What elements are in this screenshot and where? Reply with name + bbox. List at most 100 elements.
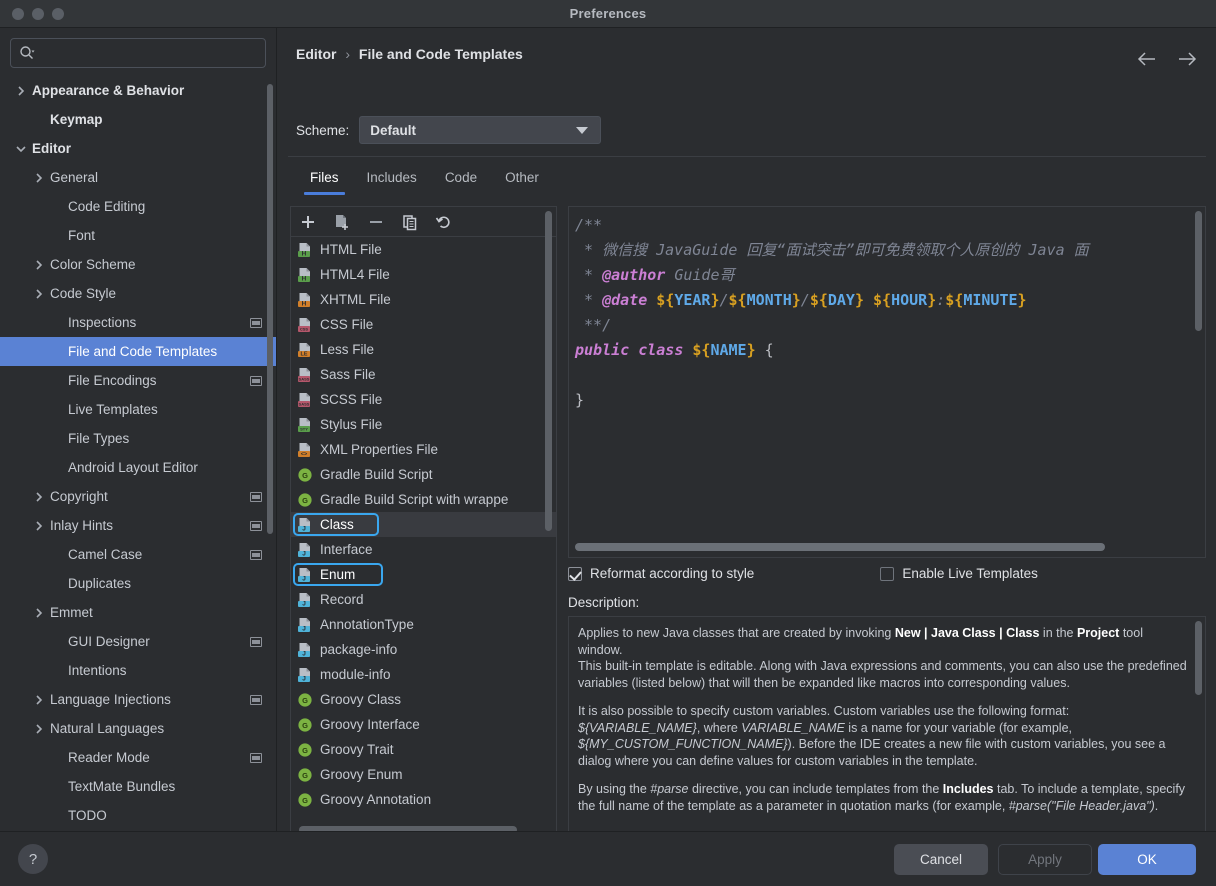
add-file-icon[interactable]	[333, 213, 351, 231]
close-button[interactable]	[12, 8, 24, 20]
sidebar-item-label: Reader Mode	[68, 750, 150, 765]
template-list-item[interactable]: G Groovy Annotation	[291, 787, 556, 812]
sidebar-item-copyright[interactable]: Copyright	[0, 482, 276, 511]
chevron-right-icon[interactable]	[32, 287, 46, 301]
reformat-checkbox[interactable]: Reformat according to style	[568, 566, 754, 581]
template-list-item[interactable]: G Groovy Trait	[291, 737, 556, 762]
back-arrow-icon[interactable]	[1136, 48, 1158, 70]
help-button[interactable]: ?	[18, 844, 48, 874]
template-list-item[interactable]: G Gradle Build Script with wrappe	[291, 487, 556, 512]
svg-text:J: J	[302, 675, 306, 682]
chevron-right-icon[interactable]	[14, 84, 28, 98]
zoom-button[interactable]	[52, 8, 64, 20]
sidebar-item-color-scheme[interactable]: Color Scheme	[0, 250, 276, 279]
svg-text:J: J	[302, 600, 306, 607]
template-list-item[interactable]: G Gradle Build Script	[291, 462, 556, 487]
minus-icon[interactable]	[367, 213, 385, 231]
sidebar-scrollbar[interactable]	[267, 84, 273, 534]
template-list[interactable]: H HTML File H HTML4 File H XHTML File CSS CSS F…	[291, 237, 556, 817]
minimize-button[interactable]	[32, 8, 44, 20]
sidebar-item-code-editing[interactable]: Code Editing	[0, 192, 276, 221]
chevron-right-icon[interactable]	[32, 258, 46, 272]
template-list-item[interactable]: SASS Sass File	[291, 362, 556, 387]
sidebar-item-textmate-bundles[interactable]: TextMate Bundles	[0, 772, 276, 801]
template-list-item[interactable]: J Class	[291, 512, 556, 537]
chevron-right-icon[interactable]	[32, 693, 46, 707]
sidebar-item-android-layout-editor[interactable]: Android Layout Editor	[0, 453, 276, 482]
template-list-item[interactable]: Jpackage-info	[291, 637, 556, 662]
chevron-right-icon[interactable]	[32, 722, 46, 736]
svg-text:J: J	[302, 525, 306, 532]
editor-horizontal-scrollbar[interactable]	[575, 543, 1105, 551]
sidebar-item-code-style[interactable]: Code Style	[0, 279, 276, 308]
sidebar-item-inlay-hints[interactable]: Inlay Hints	[0, 511, 276, 540]
template-list-vertical-scrollbar[interactable]	[545, 211, 552, 531]
template-list-item[interactable]: <> XML Properties File	[291, 437, 556, 462]
sidebar-item-file-and-code-templates[interactable]: File and Code Templates	[0, 337, 276, 366]
sidebar-item-inspections[interactable]: Inspections	[0, 308, 276, 337]
svg-text:SASS: SASS	[299, 376, 310, 381]
sidebar-item-duplicates[interactable]: Duplicates	[0, 569, 276, 598]
tab-includes[interactable]: Includes	[353, 164, 431, 195]
stylus-file-icon: STY	[297, 417, 313, 433]
template-list-item[interactable]: H HTML4 File	[291, 262, 556, 287]
editor-vertical-scrollbar[interactable]	[1195, 211, 1202, 331]
chevron-right-icon[interactable]	[32, 171, 46, 185]
template-list-item[interactable]: SASS SCSS File	[291, 387, 556, 412]
template-list-item[interactable]: CSS CSS File	[291, 312, 556, 337]
live-templates-checkbox[interactable]: Enable Live Templates	[880, 566, 1038, 581]
chevron-right-icon[interactable]	[32, 519, 46, 533]
template-list-item[interactable]: J AnnotationType	[291, 612, 556, 637]
template-list-item[interactable]: G Groovy Class	[291, 687, 556, 712]
sidebar-item-todo[interactable]: TODO	[0, 801, 276, 826]
template-list-item[interactable]: Jmodule-info	[291, 662, 556, 687]
template-code-text[interactable]: /** * 微信搜 JavaGuide 回复“面试突击”即可免费领取个人原创的 …	[569, 207, 1191, 537]
search-input[interactable]	[35, 45, 257, 61]
template-list-item[interactable]: J Enum	[291, 562, 556, 587]
window-title: Preferences	[569, 6, 647, 21]
breadcrumb-parent[interactable]: Editor	[296, 46, 336, 62]
sidebar-item-reader-mode[interactable]: Reader Mode	[0, 743, 276, 772]
copy-icon[interactable]	[401, 213, 419, 231]
sidebar-item-appearance-behavior[interactable]: Appearance & Behavior	[0, 76, 276, 105]
apply-button[interactable]: Apply	[998, 844, 1092, 875]
template-list-item[interactable]: J Interface	[291, 537, 556, 562]
sidebar-item-file-types[interactable]: File Types	[0, 424, 276, 453]
chevron-right-icon[interactable]	[32, 490, 46, 504]
sidebar-item-label: TODO	[68, 808, 107, 823]
cancel-button[interactable]: Cancel	[894, 844, 988, 875]
sidebar-item-natural-languages[interactable]: Natural Languages	[0, 714, 276, 743]
plus-icon[interactable]	[299, 213, 317, 231]
template-list-item[interactable]: G Groovy Enum	[291, 762, 556, 787]
template-list-item[interactable]: J Record	[291, 587, 556, 612]
template-list-item[interactable]: G Groovy Interface	[291, 712, 556, 737]
window-titlebar: Preferences	[0, 0, 1216, 28]
undo-icon[interactable]	[435, 213, 453, 231]
template-list-item[interactable]: H XHTML File	[291, 287, 556, 312]
sidebar-item-language-injections[interactable]: Language Injections	[0, 685, 276, 714]
template-code-editor[interactable]: /** * 微信搜 JavaGuide 回复“面试突击”即可免费领取个人原创的 …	[568, 206, 1206, 558]
sidebar-item-emmet[interactable]: Emmet	[0, 598, 276, 627]
sidebar-item-editor[interactable]: Editor	[0, 134, 276, 163]
sidebar-item-file-encodings[interactable]: File Encodings	[0, 366, 276, 395]
template-list-item[interactable]: LE Less File	[291, 337, 556, 362]
template-list-item[interactable]: STY Stylus File	[291, 412, 556, 437]
sidebar-item-live-templates[interactable]: Live Templates	[0, 395, 276, 424]
chevron-right-icon[interactable]	[32, 606, 46, 620]
template-list-item[interactable]: H HTML File	[291, 237, 556, 262]
description-scrollbar[interactable]	[1195, 621, 1202, 695]
ok-button[interactable]: OK	[1098, 844, 1196, 875]
tab-other[interactable]: Other	[491, 164, 553, 195]
sidebar-item-font[interactable]: Font	[0, 221, 276, 250]
sidebar-item-keymap[interactable]: Keymap	[0, 105, 276, 134]
scheme-dropdown[interactable]: Default	[359, 116, 602, 144]
sidebar-item-intentions[interactable]: Intentions	[0, 656, 276, 685]
sidebar-item-gui-designer[interactable]: GUI Designer	[0, 627, 276, 656]
chevron-down-icon[interactable]	[14, 142, 28, 156]
sidebar-item-camel-case[interactable]: Camel Case	[0, 540, 276, 569]
search-box[interactable]	[10, 38, 266, 68]
tab-files[interactable]: Files	[296, 164, 353, 195]
tab-code[interactable]: Code	[431, 164, 491, 195]
forward-arrow-icon[interactable]	[1176, 48, 1198, 70]
sidebar-item-general[interactable]: General	[0, 163, 276, 192]
